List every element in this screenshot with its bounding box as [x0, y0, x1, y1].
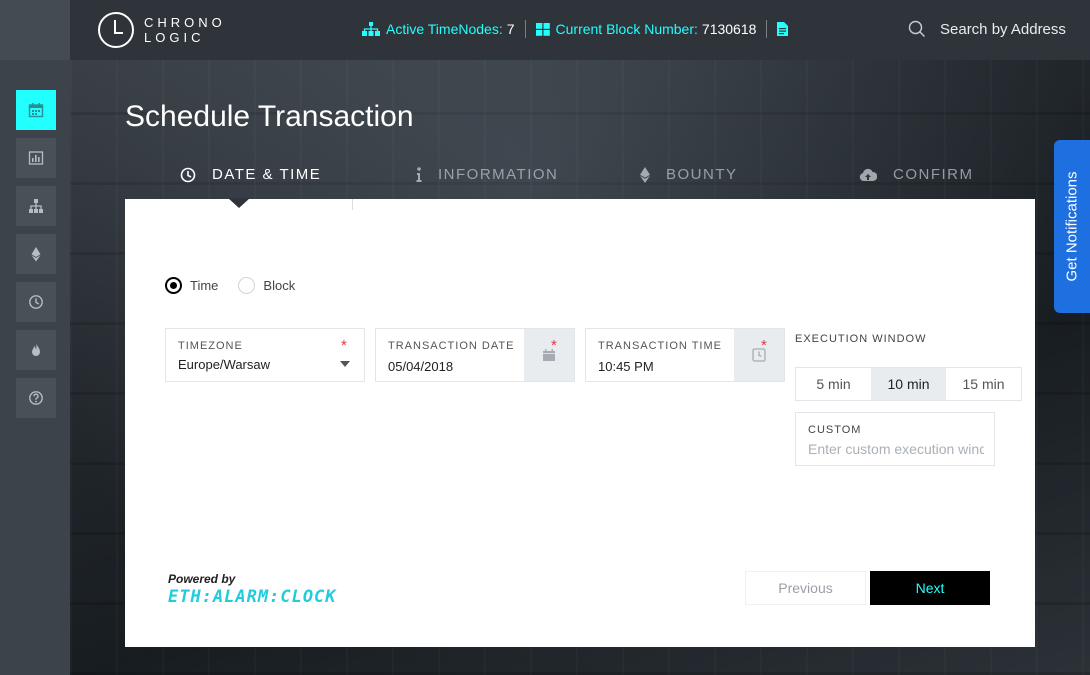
block-number-value: 7130618	[701, 21, 757, 37]
block-number-label: Current Block Number:	[555, 21, 698, 37]
required-marker: *	[341, 337, 347, 354]
sidebar-item-timenodes[interactable]	[16, 186, 56, 226]
active-step-indicator	[228, 198, 250, 208]
required-marker: *	[551, 337, 557, 354]
wizard-steps: DATE & TIME INFORMATION BOUNTY CONFIRM	[125, 160, 1035, 200]
document-icon[interactable]	[777, 22, 789, 36]
next-button[interactable]: Next	[870, 571, 990, 605]
schedule-mode-radios: Time Block	[165, 277, 315, 294]
tab-bounty[interactable]: BOUNTY	[640, 166, 738, 183]
previous-button[interactable]: Previous	[745, 571, 866, 605]
sidebar	[0, 0, 70, 675]
window-option-15-min[interactable]: 15 min	[946, 368, 1021, 400]
page-title: Schedule Transaction	[125, 100, 414, 133]
windows-grid-icon	[535, 22, 550, 36]
sidebar-item-dashboard[interactable]	[16, 138, 56, 178]
logo-line-2: LOGIC	[144, 30, 205, 45]
transaction-time-value: 10:45 PM	[598, 359, 654, 374]
window-option-10-min[interactable]: 10 min	[871, 368, 946, 400]
sidebar-menu	[16, 90, 56, 426]
transaction-time-label: TRANSACTION TIME	[598, 340, 722, 352]
eth-alarm-clock-logo: ETH:ALARM:CLOCK	[168, 587, 337, 607]
logo-text: CHRONO LOGIC	[144, 15, 226, 45]
help-icon	[29, 391, 43, 405]
radio-time-label[interactable]: Time	[190, 278, 218, 293]
transaction-date-field[interactable]: TRANSACTION DATE 05/04/2018 *	[375, 328, 575, 382]
transaction-time-field[interactable]: TRANSACTION TIME 10:45 PM *	[585, 328, 785, 382]
active-timenodes-label: Active TimeNodes:	[386, 21, 503, 37]
custom-window-field: CUSTOM	[795, 412, 995, 466]
radio-block-label[interactable]: Block	[263, 278, 295, 293]
get-notifications-button[interactable]: Get Notifications	[1054, 140, 1090, 313]
tab-information-label: INFORMATION	[438, 166, 559, 183]
step-divider	[352, 199, 353, 210]
info-icon	[416, 167, 422, 182]
ethereum-icon	[31, 247, 41, 262]
ethereum-icon	[640, 166, 650, 183]
tab-confirm-label: CONFIRM	[893, 166, 974, 183]
custom-window-label: CUSTOM	[808, 424, 862, 436]
window-option-5-min[interactable]: 5 min	[796, 368, 871, 400]
time-picker-button[interactable]: *	[734, 329, 784, 381]
transaction-date-value: 05/04/2018	[388, 359, 454, 374]
get-notifications-label: Get Notifications	[1063, 171, 1081, 282]
calendar-icon	[28, 103, 44, 118]
date-picker-button[interactable]: *	[524, 329, 574, 381]
sitemap-icon	[362, 22, 380, 36]
fire-icon	[32, 343, 40, 356]
schedule-form-card: Time Block TIMEZONE * Europe/Warsaw TRAN…	[125, 198, 1035, 647]
tab-bounty-label: BOUNTY	[666, 166, 738, 183]
header-divider	[766, 20, 768, 38]
powered-by-text: Powered by	[168, 572, 236, 586]
tab-information[interactable]: INFORMATION	[416, 166, 558, 183]
logo-line-1: CHRONO	[144, 15, 226, 30]
execution-window-options: 5 min 10 min 15 min	[795, 367, 1022, 401]
radio-time[interactable]	[165, 277, 182, 294]
timezone-label: TIMEZONE	[178, 340, 243, 352]
chronologic-logo[interactable]: CHRONO LOGIC	[98, 12, 226, 48]
timezone-value: Europe/Warsaw	[178, 357, 270, 372]
tab-date-time[interactable]: DATE & TIME	[180, 166, 321, 183]
transaction-date-label: TRANSACTION DATE	[388, 340, 515, 352]
search-icon	[908, 20, 925, 37]
sidebar-item-ethereum[interactable]	[16, 234, 56, 274]
required-marker: *	[761, 337, 767, 354]
search-placeholder: Search by Address	[940, 20, 1066, 38]
top-header: CHRONO LOGIC Active TimeNodes: 7 Current…	[70, 0, 1090, 60]
sitemap-icon	[29, 199, 43, 213]
sidebar-item-schedule[interactable]	[16, 90, 56, 130]
sidebar-item-history[interactable]	[16, 282, 56, 322]
clock-icon	[29, 295, 43, 309]
clock-icon	[180, 167, 196, 183]
cloud-upload-icon	[859, 168, 877, 182]
powered-by-logo[interactable]: Powered by ETH:ALARM:CLOCK	[168, 572, 337, 607]
network-stats: Active TimeNodes: 7 Current Block Number…	[362, 20, 794, 38]
chart-icon	[28, 151, 44, 165]
custom-window-input[interactable]	[808, 441, 984, 457]
logo-mark-icon	[98, 12, 134, 48]
timezone-select[interactable]: TIMEZONE * Europe/Warsaw	[165, 328, 365, 382]
tab-date-time-label: DATE & TIME	[212, 166, 322, 183]
active-timenodes-value: 7	[506, 21, 515, 37]
sidebar-top	[0, 0, 70, 60]
sidebar-item-faucet[interactable]	[16, 330, 56, 370]
header-divider	[524, 20, 526, 38]
sidebar-item-help[interactable]	[16, 378, 56, 418]
caret-down-icon	[340, 361, 350, 367]
tab-confirm[interactable]: CONFIRM	[859, 166, 974, 183]
radio-block[interactable]	[238, 277, 256, 294]
execution-window-title: EXECUTION WINDOW	[795, 333, 927, 345]
address-search[interactable]: Search by Address	[908, 20, 1066, 38]
